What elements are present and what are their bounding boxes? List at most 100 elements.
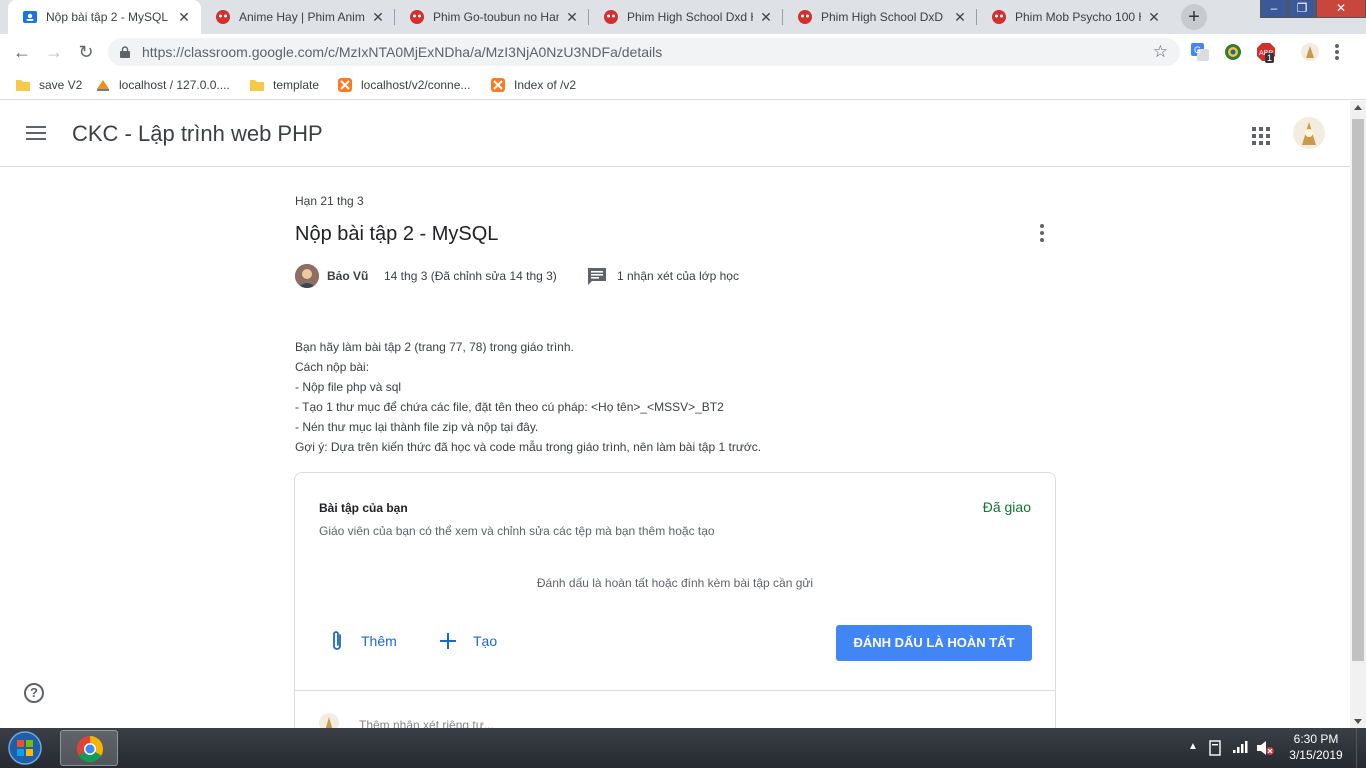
close-tab-icon[interactable]: ✕: [953, 9, 967, 26]
tab-mob-psycho[interactable]: Phim Mob Psycho 100 H ✕: [977, 0, 1171, 34]
description-line: - Nộp file php và sql: [295, 380, 402, 394]
course-title[interactable]: CKC - Lập trình web PHP: [72, 121, 323, 147]
app-bar: CKC - Lập trình web PHP: [0, 101, 1350, 167]
classroom-page: CKC - Lập trình web PHP Hạn 21 thg 3 Nộp…: [0, 101, 1350, 762]
browser-toolbar: ← → ↻ https://classroom.google.com/c/MzI…: [0, 34, 1366, 70]
show-desktop-button[interactable]: [1356, 728, 1366, 768]
svg-text:G: G: [1194, 45, 1201, 55]
anime-site-icon: [216, 10, 230, 24]
new-tab-button[interactable]: +: [1181, 4, 1207, 30]
assignment-description: Bạn hãy làm bài tập 2 (trang 77, 78) tro…: [295, 337, 761, 457]
status-badge: Đã giao: [982, 499, 1031, 515]
class-comments-link[interactable]: 1 nhận xét của lớp học: [617, 269, 739, 283]
tab-title: Phim High School DxD B: [821, 10, 947, 24]
bookmark-phpmyadmin[interactable]: localhost / 127.0.0....: [96, 75, 230, 95]
network-signal-icon[interactable]: [1232, 740, 1248, 754]
account-avatar[interactable]: [1293, 117, 1325, 149]
reload-icon[interactable]: ↻: [74, 40, 98, 64]
scroll-down-arrow-icon[interactable]: [1354, 719, 1362, 724]
plus-icon: [440, 633, 456, 649]
bookmark-localhost-conne[interactable]: localhost/v2/conne...: [338, 75, 470, 95]
bookmarks-bar: save V2 localhost / 127.0.0.... template…: [0, 70, 1366, 100]
clock-date: 3/15/2019: [1289, 748, 1343, 762]
back-arrow-icon[interactable]: ←: [10, 40, 34, 64]
action-center-icon[interactable]: [1208, 740, 1222, 756]
google-apps-icon[interactable]: [1252, 127, 1270, 145]
bookmark-label: Index of /v2: [514, 78, 577, 92]
system-clock[interactable]: 6:30 PM 3/15/2019: [1280, 731, 1352, 763]
description-line: Gợi ý: Dựa trên kiến thức đã học và code…: [295, 440, 762, 454]
globe-extension-icon[interactable]: [1223, 42, 1243, 62]
close-tab-icon[interactable]: ✕: [371, 9, 385, 26]
extension-badge: 1: [1265, 53, 1275, 63]
author-avatar: [295, 264, 319, 288]
url-text: https://classroom.google.com/c/MzIxNTA0M…: [142, 44, 663, 60]
comment-icon[interactable]: [587, 266, 607, 286]
assignment-title: Nộp bài tập 2 - MySQL: [295, 223, 499, 245]
anime-site-icon: [410, 10, 424, 24]
bookmark-template[interactable]: template: [250, 75, 319, 95]
your-work-hint: Đánh dấu là hoàn tất hoặc đính kèm bài t…: [536, 576, 814, 590]
close-tab-icon[interactable]: ✕: [759, 9, 773, 26]
scroll-up-arrow-icon[interactable]: [1354, 105, 1362, 110]
tab-classroom[interactable]: Nộp bài tập 2 - MySQL ✕: [8, 0, 201, 34]
folder-icon: [16, 80, 30, 91]
scrollbar-thumb[interactable]: [1352, 119, 1364, 661]
tab-title: Phim High School Dxd H: [627, 10, 753, 24]
tray-expand-icon[interactable]: ▲: [1188, 741, 1198, 752]
author-name: Bảo Vũ: [327, 269, 369, 283]
forward-arrow-icon[interactable]: →: [42, 40, 66, 64]
main-menu-icon[interactable]: [26, 126, 46, 140]
add-attachment-button[interactable]: Thêm: [329, 623, 397, 659]
phpmyadmin-icon: [97, 80, 109, 91]
close-tab-icon[interactable]: ✕: [177, 9, 191, 26]
lock-icon: [120, 46, 130, 58]
help-icon[interactable]: ?: [24, 683, 44, 703]
chrome-menu-icon[interactable]: [1335, 44, 1339, 60]
description-line: - Nén thư mục lại thành file zip và nộp …: [295, 420, 539, 434]
tab-title: Phim Go-toubun no Han: [433, 10, 559, 24]
your-work-title: Bài tập của bạn: [319, 501, 408, 515]
bookmark-label: localhost/v2/conne...: [361, 78, 471, 92]
volume-muted-icon[interactable]: [1256, 740, 1274, 756]
tab-title: Nộp bài tập 2 - MySQL: [46, 10, 169, 24]
close-tab-icon[interactable]: ✕: [1147, 9, 1161, 26]
anime-site-icon: [992, 10, 1006, 24]
tab-anime-hay[interactable]: Anime Hay | Phim Anime ✕: [201, 0, 395, 34]
tab-go-toubun[interactable]: Phim Go-toubun no Han ✕: [395, 0, 589, 34]
bookmark-label: template: [273, 78, 320, 92]
close-window-button[interactable]: ✕: [1316, 0, 1366, 18]
description-line: Cách nộp bài:: [295, 360, 370, 374]
more-options-icon[interactable]: [1034, 224, 1050, 244]
taskbar-chrome-button[interactable]: [60, 730, 118, 766]
xampp-icon: [491, 78, 505, 92]
minimize-button[interactable]: –: [1260, 0, 1288, 18]
create-label: Tạo: [473, 633, 498, 649]
create-button[interactable]: Tạo: [439, 623, 497, 659]
windows-start-icon[interactable]: [5, 730, 45, 766]
tab-high-school-dxd-b[interactable]: Phim High School DxD B ✕: [783, 0, 977, 34]
profile-avatar-icon[interactable]: [1300, 42, 1320, 62]
paperclip-icon: [333, 631, 341, 650]
tab-title: Phim Mob Psycho 100 H: [1015, 10, 1141, 24]
close-tab-icon[interactable]: ✕: [565, 9, 579, 26]
bookmark-save-v2[interactable]: save V2: [16, 75, 82, 95]
page-scrollbar[interactable]: [1350, 101, 1366, 728]
translate-extension-icon[interactable]: G: [1190, 42, 1210, 62]
adblock-extension-icon[interactable]: ABP 1: [1256, 42, 1276, 63]
description-line: - Tạo 1 thư mục để chứa các file, đặt tê…: [295, 400, 724, 414]
folder-icon: [250, 80, 264, 91]
due-date: Hạn 21 thg 3: [295, 194, 364, 208]
address-bar[interactable]: https://classroom.google.com/c/MzIxNTA0M…: [108, 38, 1180, 66]
posted-date: 14 thg 3 (Đã chỉnh sửa 14 thg 3): [384, 269, 557, 283]
your-work-subtitle: Giáo viên của bạn có thể xem và chỉnh sử…: [319, 524, 715, 538]
bookmark-star-icon[interactable]: ☆: [1153, 42, 1168, 62]
anime-site-icon: [604, 10, 618, 24]
maximize-button[interactable]: ❐: [1288, 0, 1316, 18]
tab-strip: Nộp bài tập 2 - MySQL ✕ Anime Hay | Phim…: [0, 0, 1366, 34]
tab-high-school-dxd[interactable]: Phim High School Dxd H ✕: [589, 0, 783, 34]
screen: { "browser": { "tabs": [ {"title": "Nộp …: [0, 0, 1366, 768]
mark-as-done-button[interactable]: ĐÁNH DẤU LÀ HOÀN TẤT: [836, 625, 1032, 661]
add-label: Thêm: [361, 633, 397, 649]
bookmark-index-of-v2[interactable]: Index of /v2: [491, 75, 576, 95]
